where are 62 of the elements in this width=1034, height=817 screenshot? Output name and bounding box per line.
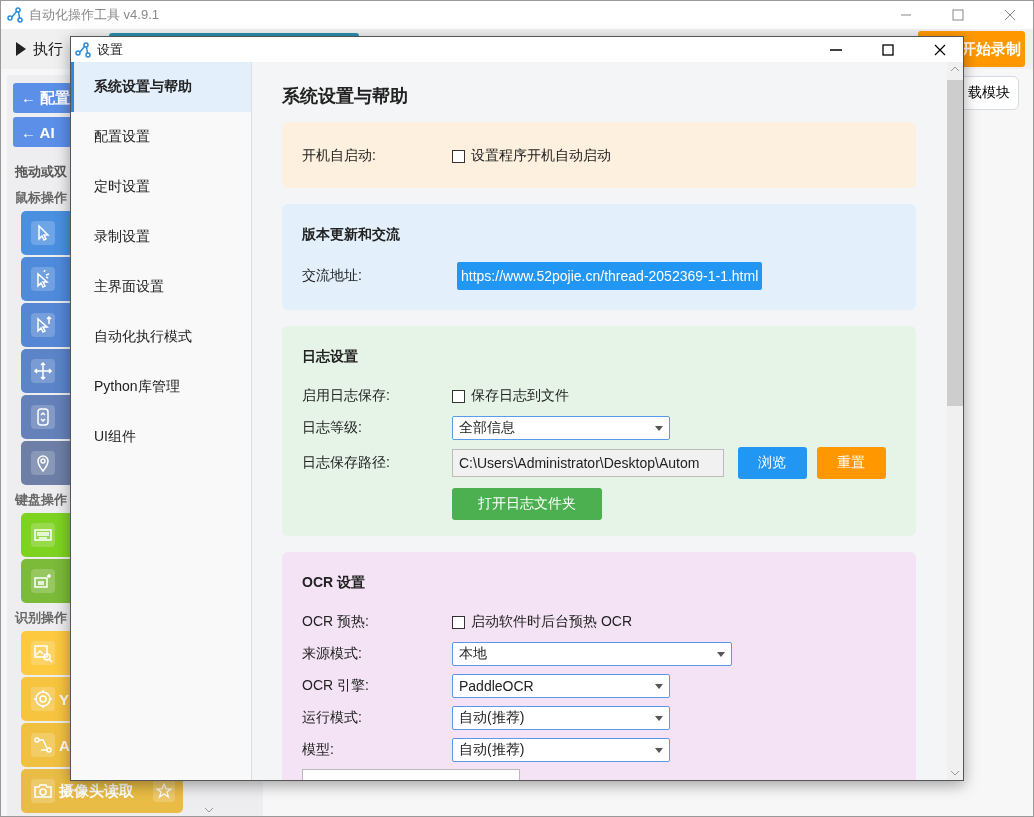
- scroll-up-icon[interactable]: [950, 66, 960, 72]
- image-icon: [31, 641, 55, 665]
- sidebar-item[interactable]: 系统设置与帮助: [71, 62, 251, 112]
- app-logo-icon: [7, 7, 23, 23]
- field-label: 来源模式:: [302, 645, 363, 663]
- dropdown[interactable]: 自动(推荐): [452, 706, 670, 730]
- page-heading: 系统设置与帮助: [282, 85, 409, 108]
- checkbox-option[interactable]: 启动软件时后台预热 OCR: [452, 613, 632, 631]
- field-label: 开机自启动:: [302, 147, 377, 165]
- pin-icon: [31, 451, 55, 475]
- field-label: 日志保存路径:: [302, 454, 391, 472]
- caret-icon: [655, 747, 663, 753]
- caret-icon: [717, 651, 725, 657]
- double-icon: [31, 313, 55, 337]
- field-label: OCR 引擎:: [302, 677, 370, 695]
- field-label: 交流地址:: [302, 267, 363, 285]
- dropdown[interactable]: PaddleOCR: [452, 674, 670, 698]
- checkbox-option[interactable]: 设置程序开机自动启动: [452, 147, 611, 165]
- group-title: 鼠标操作: [15, 189, 68, 207]
- caret-icon: [655, 683, 663, 689]
- caret-icon: [655, 425, 663, 431]
- run-button[interactable]: 执行: [15, 39, 63, 59]
- sidebar-item[interactable]: UI组件: [71, 412, 251, 462]
- section-title: 日志设置: [302, 348, 359, 366]
- play-icon: [15, 41, 27, 57]
- camera-icon: [31, 779, 55, 803]
- keyboard-icon: [31, 523, 55, 547]
- target-icon: [31, 687, 55, 711]
- sidebar-item[interactable]: Python库管理: [71, 362, 251, 412]
- click-icon: [31, 267, 55, 291]
- sidebar-item[interactable]: 录制设置: [71, 212, 251, 262]
- field-label: OCR 预热:: [302, 613, 370, 631]
- field-label: 模型:: [302, 741, 335, 759]
- cursor-icon: [31, 221, 55, 245]
- section-title: 版本更新和交流: [302, 226, 401, 244]
- star-icon[interactable]: [153, 780, 175, 802]
- hint-text: 拖动或双: [15, 163, 68, 181]
- checkbox-option[interactable]: 保存日志到文件: [452, 387, 569, 405]
- sidebar-item[interactable]: 自动化执行模式: [71, 312, 251, 362]
- field-label: 日志等级:: [302, 419, 363, 437]
- scrollbar[interactable]: [947, 62, 963, 780]
- caret-icon: [655, 715, 663, 721]
- section-title: OCR 设置: [302, 574, 366, 592]
- move-icon: [31, 359, 55, 383]
- dialog-title: 设置: [97, 40, 123, 59]
- dialog-logo-icon: [75, 41, 91, 58]
- scroll-icon: [31, 405, 55, 429]
- field-label: 运行模式:: [302, 709, 363, 727]
- dropdown[interactable]: 自动(推荐): [452, 738, 670, 762]
- sidebar-item[interactable]: 定时设置: [71, 162, 251, 212]
- chevron-icon[interactable]: [203, 806, 215, 814]
- group-title: 键盘操作: [15, 491, 68, 509]
- path-field[interactable]: C:\Users\Administrator\Desktop\Autom: [452, 449, 724, 477]
- dropdown[interactable]: 全部信息: [452, 416, 670, 440]
- special-icon: [31, 569, 55, 593]
- dropdown[interactable]: 本地: [452, 642, 732, 666]
- field-label: 启用日志保存:: [302, 387, 391, 405]
- window-title: 自动化操作工具 v4.9.1: [29, 6, 160, 24]
- sidebar-item[interactable]: 主界面设置: [71, 262, 251, 312]
- path-icon: [31, 733, 55, 757]
- group-title: 识别操作: [15, 609, 68, 627]
- scroll-down-icon[interactable]: [950, 770, 960, 776]
